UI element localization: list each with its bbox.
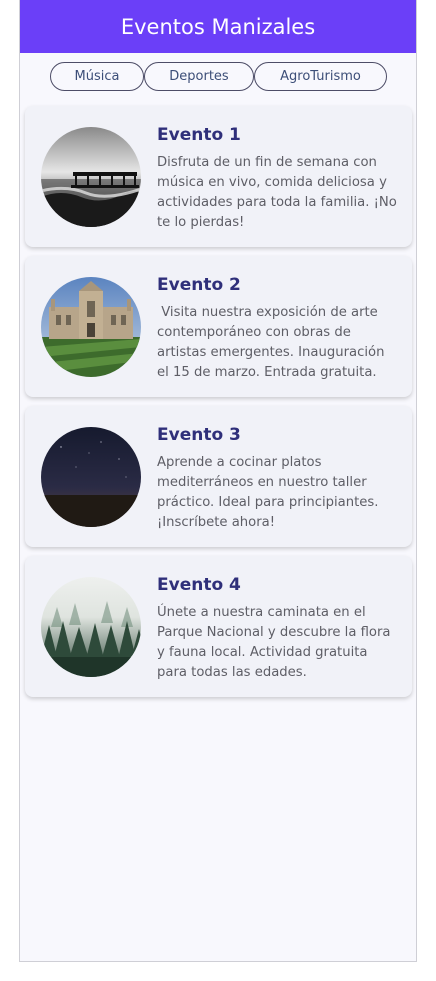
- event-title: Evento 1: [157, 125, 241, 145]
- app-title: Eventos Manizales: [120, 14, 316, 39]
- event-card[interactable]: Evento 3 Aprende a cocinar platos medite…: [25, 406, 412, 547]
- event-image-night-sky: [41, 427, 141, 527]
- event-card[interactable]: Evento 4 Únete a nuestra caminata en el …: [25, 556, 412, 697]
- event-description: Aprende a cocinar platos mediterráneos e…: [157, 455, 383, 530]
- event-image-forest: [41, 577, 141, 677]
- event-title: Evento 2: [157, 275, 241, 295]
- event-card[interactable]: Evento 1 Disfruta de un fin de semana co…: [25, 106, 412, 247]
- filter-agroturismo-button[interactable]: AgroTurismo: [254, 62, 387, 91]
- filter-bar: Música Deportes AgroTurismo: [50, 62, 387, 91]
- event-card[interactable]: Evento 2 Visita nuestra exposición de ar…: [25, 256, 412, 397]
- filter-deportes-button[interactable]: Deportes: [144, 62, 254, 91]
- event-description: Visita nuestra exposición de arte contem…: [157, 305, 389, 380]
- event-title: Evento 4: [157, 575, 241, 595]
- app-header: Eventos Manizales: [20, 0, 416, 53]
- event-image-pier: [41, 127, 141, 227]
- filter-musica-button[interactable]: Música: [50, 62, 144, 91]
- app-screen: Eventos Manizales Música Deportes AgroTu…: [19, 0, 417, 962]
- event-image-building: [41, 277, 141, 377]
- event-title: Evento 3: [157, 425, 241, 445]
- event-description: Únete a nuestra caminata en el Parque Na…: [157, 605, 395, 680]
- event-description: Disfruta de un fin de semana con música …: [157, 155, 402, 230]
